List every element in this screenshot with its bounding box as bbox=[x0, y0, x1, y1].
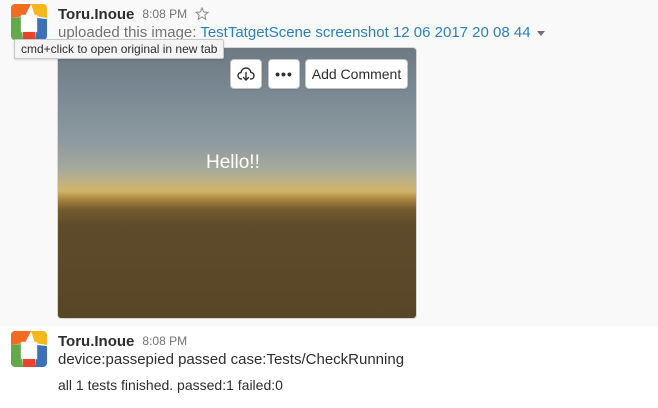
file-name-link[interactable]: TestTatgetScene screenshot 12 06 2017 20… bbox=[200, 24, 530, 41]
timestamp[interactable]: 8:08 PM bbox=[142, 334, 187, 348]
avatar[interactable] bbox=[11, 331, 47, 367]
message-1: Toru.Inoue 8:08 PM uploaded this image: … bbox=[0, 0, 658, 326]
avatar-icon bbox=[11, 331, 47, 367]
message-text-line: all 1 tests finished. passed:1 failed:0 bbox=[58, 377, 283, 393]
message-header: Toru.Inoue 8:08 PM bbox=[58, 331, 187, 351]
message-text-line: device:passepied passed case:Tests/Check… bbox=[58, 351, 405, 368]
more-actions-button[interactable]: ••• bbox=[268, 59, 300, 89]
image-preview[interactable]: Hello!! ••• Add Comment bbox=[57, 47, 417, 319]
image-overlay-text: Hello!! bbox=[206, 152, 260, 173]
cloud-download-icon bbox=[237, 67, 255, 81]
avatar-icon bbox=[11, 4, 47, 40]
caret-down-icon[interactable] bbox=[536, 30, 545, 36]
avatar[interactable] bbox=[11, 4, 47, 40]
ellipsis-icon: ••• bbox=[275, 66, 293, 82]
timestamp[interactable]: 8:08 PM bbox=[142, 7, 187, 21]
open-original-tooltip: cmd+click to open original in new tab bbox=[14, 39, 225, 59]
username[interactable]: Toru.Inoue bbox=[58, 6, 134, 23]
star-icon[interactable] bbox=[194, 6, 210, 21]
message-2: Toru.Inoue 8:08 PM device:passepied pass… bbox=[0, 326, 658, 408]
username[interactable]: Toru.Inoue bbox=[58, 333, 134, 350]
message-header: Toru.Inoue 8:08 PM bbox=[58, 4, 210, 24]
add-comment-button[interactable]: Add Comment bbox=[305, 59, 408, 89]
download-button[interactable] bbox=[230, 59, 262, 89]
